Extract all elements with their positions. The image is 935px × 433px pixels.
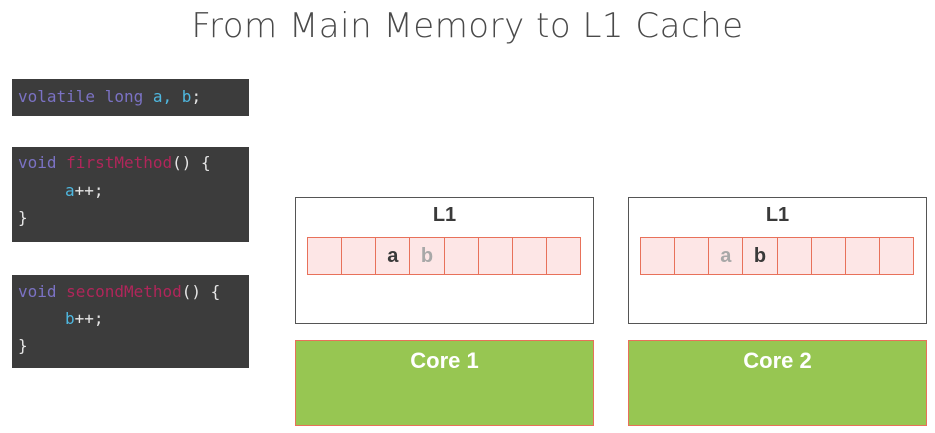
keyword-void: void (18, 282, 57, 301)
code-line-first-closing: } (18, 208, 28, 228)
cache-cell (777, 237, 812, 275)
cache-cell: b (743, 237, 778, 275)
code-line-declaration: volatile long a, b; (18, 87, 201, 107)
signature-tail: () { (181, 282, 221, 301)
cache-cell (811, 237, 846, 275)
cache-cell (879, 237, 914, 275)
core-1: Core 1 (295, 340, 594, 426)
method-name-second: secondMethod (66, 282, 182, 301)
cache-cell: a (709, 237, 744, 275)
cache-cell (512, 237, 547, 275)
keyword-void: void (18, 153, 57, 172)
closing-brace: } (18, 208, 28, 227)
l1-label: L1 (432, 204, 457, 226)
cache-cell (308, 237, 343, 275)
keyword-long: long (104, 87, 144, 106)
cache-cell: a (376, 237, 411, 275)
keyword-volatile: volatile (18, 87, 96, 106)
cache-cell (478, 237, 513, 275)
cache-line: ab (307, 237, 581, 275)
closing-brace: } (18, 336, 28, 355)
code-line-second-body: b++; (65, 309, 104, 329)
cache-cell (342, 237, 377, 275)
core-label: Core 2 (743, 348, 812, 373)
cache-line: ab (640, 237, 914, 275)
code-block-second-method: void secondMethod() { b++; } (12, 275, 249, 368)
cache-cell (641, 237, 676, 275)
variable-a: a (65, 181, 75, 200)
method-name-first: firstMethod (66, 153, 173, 172)
cache-cell (675, 237, 710, 275)
increment-op: ++; (74, 181, 104, 200)
code-line-first-body: a++; (65, 181, 104, 201)
code-line-first-signature: void firstMethod() { (18, 153, 211, 173)
code-line-second-closing: } (18, 336, 28, 356)
comma: , (162, 87, 173, 106)
code-line-second-signature: void secondMethod() { (18, 282, 220, 302)
cache-cell (546, 237, 581, 275)
code-block-first-method: void firstMethod() { a++; } (12, 147, 249, 242)
increment-op: ++; (74, 309, 104, 328)
variable-a: a (152, 87, 163, 106)
cache-cell (845, 237, 880, 275)
code-block-declaration: volatile long a, b; (12, 79, 249, 116)
slide-title: From Main Memory to L1 Cache (191, 6, 744, 46)
core-2: Core 2 (628, 340, 927, 426)
variable-b: b (181, 87, 192, 106)
cache-cell: b (410, 237, 445, 275)
semicolon: ; (191, 87, 202, 106)
core-label: Core 1 (410, 348, 479, 373)
l1-cache-core-2: L1 ab (628, 197, 927, 324)
l1-label: L1 (765, 204, 790, 226)
cache-cell (444, 237, 479, 275)
l1-cache-core-1: L1 ab (295, 197, 594, 324)
variable-b: b (65, 309, 75, 328)
signature-tail: () { (172, 153, 211, 172)
